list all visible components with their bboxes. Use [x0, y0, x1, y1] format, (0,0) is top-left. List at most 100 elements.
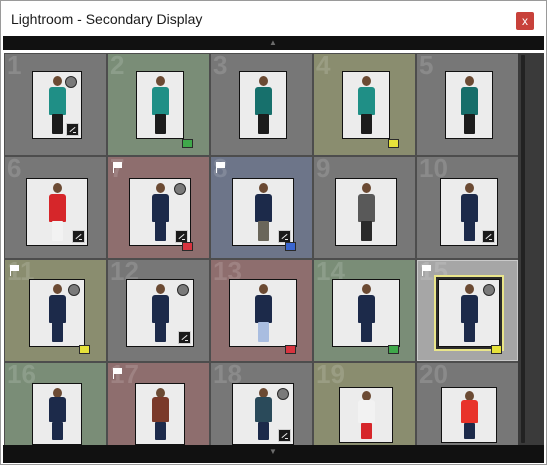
top-panel-toggle[interactable]: ▲: [3, 36, 544, 50]
model-figure: [148, 280, 172, 346]
cell-index-number: 2: [110, 53, 125, 80]
model-figure: [354, 280, 378, 346]
grid-cell[interactable]: 4: [313, 53, 416, 156]
bottom-panel-toggle[interactable]: ▼: [3, 445, 544, 463]
model-figure: [148, 384, 172, 444]
quick-collection-circle-icon[interactable]: [65, 76, 77, 88]
photo-thumbnail[interactable]: [342, 71, 390, 139]
pick-flag-icon[interactable]: [113, 368, 122, 379]
color-label-swatch: [388, 139, 399, 148]
photo-thumbnail[interactable]: [229, 279, 297, 347]
model-figure: [457, 280, 481, 346]
photo-thumbnail[interactable]: [239, 71, 287, 139]
cell-index-number: 3: [213, 53, 228, 80]
color-label-swatch: [182, 242, 193, 251]
grid-cell[interactable]: 17: [107, 359, 210, 445]
pick-flag-icon[interactable]: [10, 265, 19, 276]
grid-cell[interactable]: 3: [210, 53, 313, 156]
color-label-swatch: [79, 345, 90, 354]
model-figure: [148, 72, 172, 138]
grid-cell[interactable]: 5: [416, 53, 518, 156]
pick-flag-icon[interactable]: [422, 265, 431, 276]
grid-scrollbar[interactable]: [518, 53, 544, 445]
photo-thumbnail[interactable]: [126, 279, 194, 347]
grid-cell[interactable]: 9: [313, 153, 416, 259]
develop-adjustments-icon[interactable]: [66, 123, 79, 136]
photo-thumbnail[interactable]: [232, 178, 294, 246]
pick-flag-icon[interactable]: [216, 162, 225, 173]
grid-cell[interactable]: 10: [416, 153, 518, 259]
thumbnail-grid: 1 2 3 4 5 6 7 8 9 10 11 12 13 14 15 16 17 18 19 20: [4, 53, 518, 445]
model-figure: [45, 384, 69, 444]
title-bar[interactable]: Lightroom - Secondary Display x: [1, 1, 546, 35]
quick-collection-circle-icon[interactable]: [483, 284, 495, 296]
grid-cell[interactable]: 14: [313, 256, 416, 362]
develop-adjustments-icon[interactable]: [178, 331, 191, 344]
model-figure: [457, 72, 481, 138]
photo-thumbnail[interactable]: [32, 383, 82, 445]
color-label-swatch: [491, 345, 502, 354]
model-figure: [354, 72, 378, 138]
grid-cell[interactable]: 18: [210, 359, 313, 445]
photo-thumbnail[interactable]: [26, 178, 88, 246]
model-figure: [457, 388, 481, 442]
grid-cell[interactable]: 16: [4, 359, 107, 445]
cell-index-number: 4: [316, 53, 331, 80]
close-button[interactable]: x: [516, 12, 534, 30]
grid-cell[interactable]: 20: [416, 359, 518, 445]
photo-thumbnail[interactable]: [332, 279, 400, 347]
grid-cell[interactable]: 8: [210, 153, 313, 259]
color-label-swatch: [285, 242, 296, 251]
photo-thumbnail[interactable]: [232, 383, 294, 445]
grid-cell[interactable]: 6: [4, 153, 107, 259]
scrollbar-thumb[interactable]: [521, 55, 525, 443]
photo-thumbnail[interactable]: [335, 178, 397, 246]
grid-cell[interactable]: 2: [107, 53, 210, 156]
window-title: Lightroom - Secondary Display: [11, 11, 203, 27]
photo-thumbnail[interactable]: [29, 279, 85, 347]
model-figure: [354, 388, 378, 442]
grid-cell[interactable]: 11: [4, 256, 107, 362]
pick-flag-icon[interactable]: [113, 162, 122, 173]
cell-index-number: 5: [419, 53, 434, 80]
photo-thumbnail[interactable]: [438, 279, 500, 347]
develop-adjustments-icon[interactable]: [482, 230, 495, 243]
chevron-down-icon: ▼: [269, 447, 278, 456]
quick-collection-circle-icon[interactable]: [177, 284, 189, 296]
grid-cell[interactable]: 12: [107, 256, 210, 362]
photo-thumbnail[interactable]: [136, 71, 184, 139]
quick-collection-circle-icon[interactable]: [174, 183, 186, 195]
photo-thumbnail[interactable]: [339, 387, 393, 443]
cell-index-number: 1: [7, 53, 22, 80]
photo-thumbnail[interactable]: [440, 178, 498, 246]
grid-cell[interactable]: 19: [313, 359, 416, 445]
secondary-display-window: Lightroom - Secondary Display x ▲ 123456…: [0, 0, 547, 465]
grid-cell[interactable]: 15: [416, 256, 518, 362]
grid-cell[interactable]: 7: [107, 153, 210, 259]
model-figure: [354, 179, 378, 245]
color-label-swatch: [285, 345, 296, 354]
grid-cell[interactable]: 1: [4, 53, 107, 156]
model-figure: [251, 280, 275, 346]
color-label-swatch: [182, 139, 193, 148]
photo-thumbnail[interactable]: [441, 387, 497, 443]
model-figure: [148, 179, 172, 245]
quick-collection-circle-icon[interactable]: [277, 388, 289, 400]
photo-thumbnail[interactable]: [135, 383, 185, 445]
cell-index-number: 20: [419, 359, 448, 389]
chevron-up-icon: ▲: [269, 38, 278, 47]
grid-cell[interactable]: 13: [210, 256, 313, 362]
photo-thumbnail[interactable]: [129, 178, 191, 246]
photo-thumbnail[interactable]: [445, 71, 493, 139]
model-figure: [251, 179, 275, 245]
color-label-swatch: [388, 345, 399, 354]
model-figure: [45, 280, 69, 346]
cell-index-number: 19: [316, 359, 345, 389]
cell-index-number: 9: [316, 153, 331, 183]
develop-adjustments-icon[interactable]: [72, 230, 85, 243]
develop-adjustments-icon[interactable]: [278, 429, 291, 442]
model-figure: [251, 72, 275, 138]
model-figure: [457, 179, 481, 245]
photo-thumbnail[interactable]: [32, 71, 82, 139]
quick-collection-circle-icon[interactable]: [68, 284, 80, 296]
